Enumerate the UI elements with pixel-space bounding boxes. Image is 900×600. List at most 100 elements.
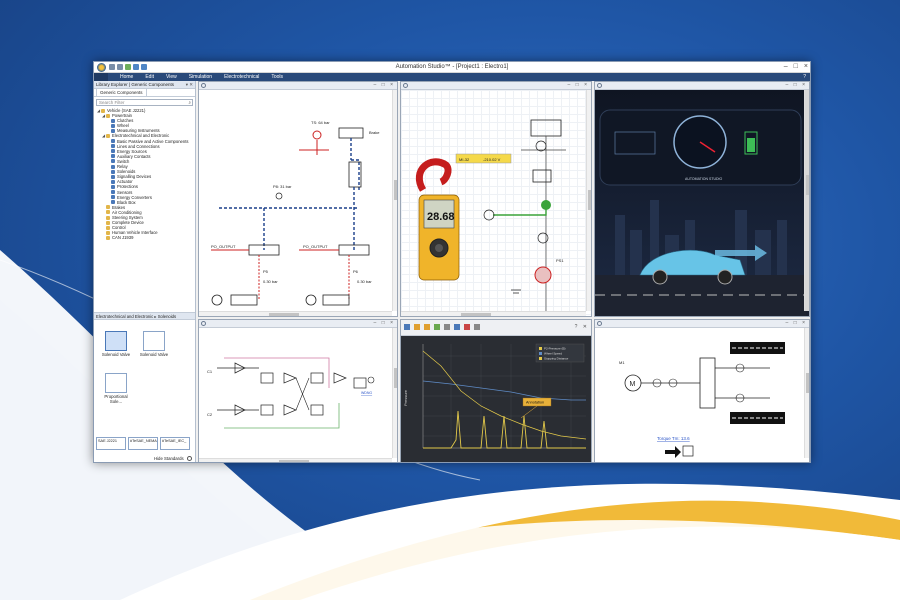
and-gate-icon [310, 372, 324, 384]
tab-generic-components[interactable]: Generic Components [96, 88, 147, 96]
wheel-icon [652, 269, 668, 285]
component-icon [111, 195, 115, 200]
settings-icon[interactable] [474, 324, 480, 330]
torque-label[interactable]: Torque Tm: 13.6 [657, 436, 690, 441]
ground-icon [511, 289, 521, 294]
battery-level [747, 138, 755, 152]
folder-icon [106, 205, 110, 210]
motor-icon [534, 266, 552, 284]
vertical-scrollbar[interactable] [586, 90, 591, 311]
horizontal-scrollbar[interactable] [199, 458, 392, 462]
vertical-scrollbar[interactable] [392, 90, 397, 311]
tree-item[interactable]: CAN J1939 [97, 235, 195, 240]
dashboard-view: AUTOMATION STUDIO [595, 90, 809, 316]
vertical-scrollbar[interactable] [392, 328, 397, 458]
menu-bar: Home Edit View Simulation Electrotechnical To… [94, 73, 810, 81]
logic-link[interactable]: WDNG [361, 391, 372, 395]
search-icon[interactable]: ⌕ [188, 100, 191, 106]
hide-standards-button[interactable]: Hide Standards [154, 456, 192, 462]
gate-icon [333, 372, 347, 384]
brake-label: Brake [369, 130, 380, 135]
menu-item-tools[interactable]: Tools [271, 74, 283, 80]
library-tabs: Generic Components [94, 88, 195, 97]
component-proportional-solenoid[interactable]: Proportional Sole... [98, 371, 134, 409]
relay-box[interactable] [530, 119, 562, 137]
and-gate-icon [310, 404, 324, 416]
folder-icon [106, 134, 110, 139]
standard-sae[interactable]: SAE J2221 [96, 437, 126, 450]
components-header: Electrotechnical and Electronic ▸ Soleno… [94, 312, 195, 320]
menu-item-view[interactable]: View [166, 74, 177, 80]
menu-item-edit[interactable]: Edit [145, 74, 154, 80]
legend-pressure: P2-Pressure (B) [544, 347, 566, 351]
pane-controls-icon[interactable]: – □ × [786, 320, 808, 326]
pointer-tool-icon[interactable] [404, 324, 410, 330]
app-window: Automation Studio™ - [Project1 : Electro… [93, 61, 811, 463]
gate-icon [283, 372, 297, 384]
grid-icon[interactable] [444, 324, 450, 330]
help-icon[interactable]: ? [803, 74, 806, 80]
pane-controls-icon[interactable]: ? ✕ [575, 324, 589, 330]
pane-controls-icon[interactable]: – □ × [374, 82, 396, 88]
pane-icon [597, 321, 602, 326]
vertical-scrollbar[interactable] [804, 328, 809, 458]
component-icon [111, 179, 115, 184]
pane-icon [201, 321, 206, 326]
pane-electrical-schematic: – □ × MI-32 -210.02 V PS1 28.68 [400, 81, 592, 317]
zoom-out-icon[interactable] [424, 324, 430, 330]
pane-toolbar: – □ × [401, 82, 591, 90]
pane-icon [403, 83, 408, 88]
horizontal-scrollbar[interactable] [199, 311, 392, 316]
gauge-icon [275, 192, 283, 200]
horizontal-scrollbar[interactable] [401, 311, 586, 316]
tire-tread-top [730, 342, 785, 354]
close-icon[interactable]: × [804, 63, 808, 70]
marker-icon[interactable] [464, 324, 470, 330]
component-solenoid-valve-1[interactable]: Solenoid Valve [98, 329, 134, 367]
menu-item-simulation[interactable]: Simulation [189, 74, 212, 80]
pilot-line-top [350, 138, 360, 190]
vertical-scrollbar[interactable] [804, 90, 809, 311]
cursor-icon[interactable] [454, 324, 460, 330]
proportional-solenoid-icon [105, 373, 127, 393]
valve-top[interactable] [338, 127, 364, 139]
zoom-in-icon[interactable] [414, 324, 420, 330]
pump-icon [312, 130, 322, 140]
bar1-label: 0.30 bar [263, 279, 278, 284]
wheel-icon [305, 294, 317, 306]
library-explorer: Library Explorer | Generic Components ▾ … [94, 81, 196, 462]
file-menu-button[interactable] [94, 73, 108, 81]
panel-pin-icon[interactable]: ▾ ✕ [186, 81, 193, 89]
pane-controls-icon[interactable]: – □ × [786, 82, 808, 88]
logic-view: C1 C2 WDNG [199, 328, 397, 462]
pane-icon [597, 83, 602, 88]
signal-line-green [224, 403, 340, 429]
pane-controls-icon[interactable]: – □ × [374, 320, 396, 326]
menu-item-home[interactable]: Home [120, 74, 133, 80]
multimeter-reading: 28.68 [427, 211, 455, 223]
pane-controls-icon[interactable]: – □ × [568, 82, 590, 88]
pane-icon [201, 83, 206, 88]
component-solenoid-valve-2[interactable]: Solenoid Valve [136, 329, 172, 367]
differential-box [699, 357, 716, 409]
hydraulic-svg: TS: 64 bar Brake P8: 31 bar PO_OUTPUT PO… [211, 120, 380, 306]
maximize-icon[interactable]: □ [794, 63, 798, 70]
torque-arrow-icon [665, 446, 681, 458]
standard-iec[interactable]: #TeSAE_IEC_ [160, 437, 190, 450]
motor-label: M1 [619, 360, 625, 365]
minimize-icon[interactable]: – [784, 63, 788, 70]
ps-label: PS1 [556, 258, 564, 263]
window-controls: – □ × [784, 63, 808, 70]
p6-label: P6 [353, 269, 359, 274]
p8-label: P8: 31 bar [273, 184, 292, 189]
search-input[interactable]: Search Filter ⌕ [96, 99, 193, 106]
road [595, 275, 806, 316]
component-icon [111, 184, 115, 189]
pane-logic-diagram: – □ × C1 C2 WDNG [198, 319, 398, 462]
fit-icon[interactable] [434, 324, 440, 330]
menu-item-electrotechnical[interactable]: Electrotechnical [224, 74, 259, 80]
component-icon [111, 123, 115, 128]
chevron-down-icon [186, 456, 192, 462]
axle-lines [715, 367, 770, 399]
standard-nema[interactable]: #TeSAE_NEMA [128, 437, 158, 450]
